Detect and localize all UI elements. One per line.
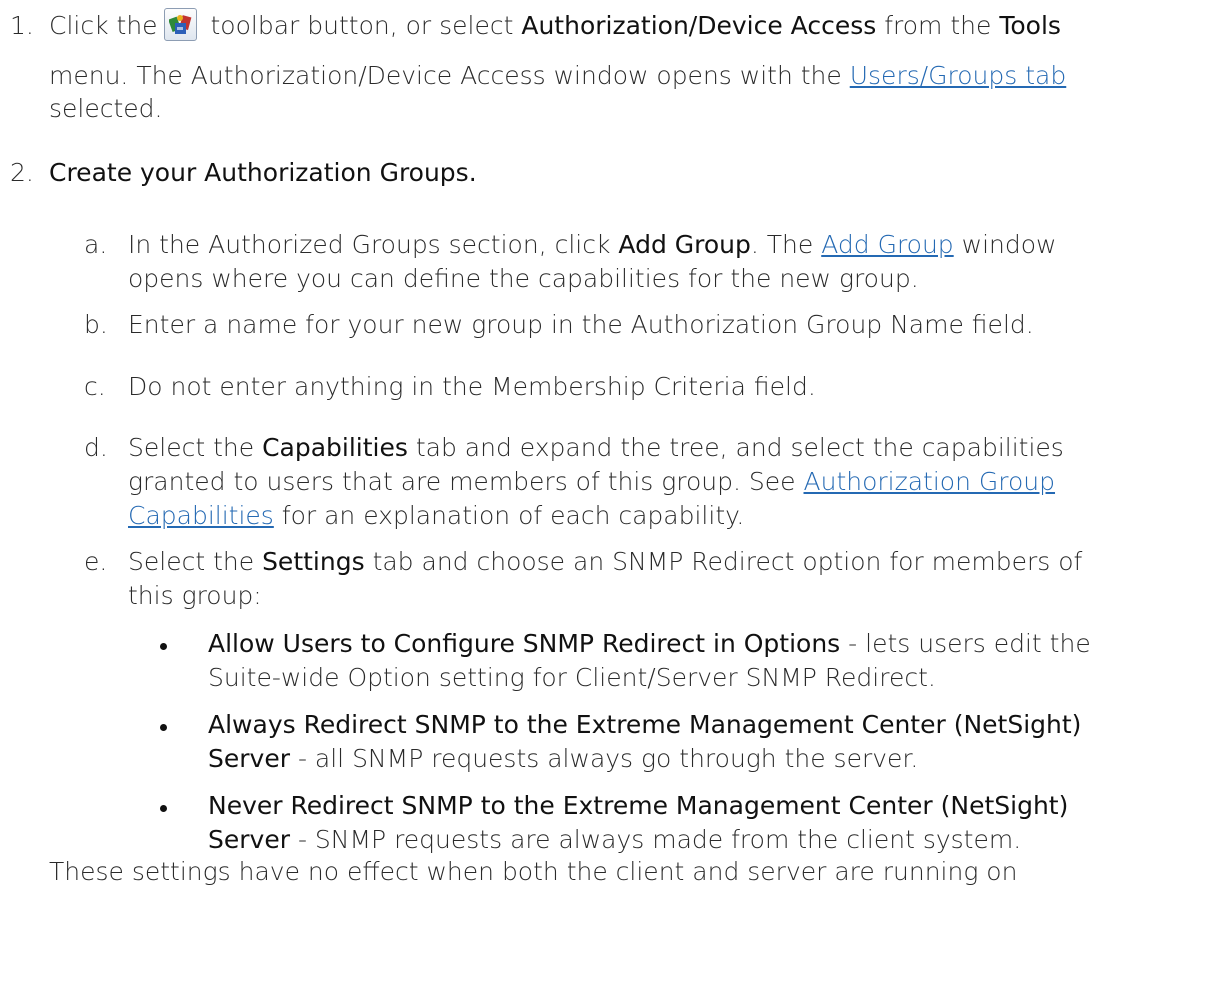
step-2-number: 2. (10, 158, 34, 187)
step-1-line-3: selected. (49, 94, 163, 123)
substep-d-letter: d. (84, 433, 108, 462)
step-1-text-menu: menu. The Authorization/Device Access wi… (49, 61, 842, 90)
substep-e-line-2: this group: (128, 581, 262, 610)
bullet-2-text: - all SNMP requests always go through th… (297, 744, 919, 773)
bullet-1-option-name: Allow Users to Configure SNMP Redirect i… (208, 629, 841, 658)
bullet-1-line-1: Allow Users to Configure SNMP Redirect i… (208, 628, 1091, 660)
substep-d-line-3: Capabilities for an explanation of each … (128, 500, 744, 532)
bullet-1-line-2: Suite-wide Option setting for Client/Ser… (208, 663, 936, 692)
step-2-title: Create your Authorization Groups. (49, 158, 477, 187)
step-1-line-1: Click the toolbar button, or select Auth… (49, 7, 1061, 44)
substep-d-text-3: granted to users that are members of thi… (128, 467, 796, 496)
menu-tools: Tools (999, 11, 1061, 40)
substep-a-text-1: In the Authorized Groups section, click (128, 230, 611, 259)
step-1-text-toolbar: toolbar button, or select (210, 11, 514, 40)
settings-tab-reference: Settings (262, 547, 365, 576)
substep-d-line-1: Select the Capabilities tab and expand t… (128, 432, 1064, 464)
step-1-line-2: menu. The Authorization/Device Access wi… (49, 60, 1066, 92)
substep-d-text-2: tab and expand the tree, and select the … (415, 433, 1064, 462)
substep-e-line-1: Select the Settings tab and choose an SN… (128, 546, 1082, 578)
substep-a-text-2: . The (750, 230, 814, 259)
step-1-number: 1. (10, 11, 34, 40)
bullet-dot (160, 805, 167, 812)
substep-e-text-2: tab and choose an SNMP Redirect option f… (372, 547, 1083, 576)
add-group-link[interactable]: Add Group (821, 230, 953, 259)
bullet-3-line-2: Server - SNMP requests are always made f… (208, 824, 1021, 856)
settings-note-text: These settings have no effect when both … (49, 857, 1018, 886)
substep-a-line-2: opens where you can define the capabilit… (128, 264, 919, 293)
substep-c-text: Do not enter anything in the Membership … (128, 372, 816, 401)
authorization-group-capabilities-link-part-2[interactable]: Capabilities (128, 501, 274, 530)
menu-item-authorization-device-access: Authorization/Device Access (521, 11, 877, 40)
substep-a-text-3: window (961, 230, 1057, 259)
bullet-dot (160, 724, 167, 731)
bullet-3-option-name-end: Server (208, 825, 290, 854)
bullet-3-text: - SNMP requests are always made from the… (297, 825, 1022, 854)
step-1-text-click-the: Click the (49, 11, 158, 40)
step-1-text-from-the: from the (884, 11, 992, 40)
bullet-3-option-name: Never Redirect SNMP to the Extreme Manag… (208, 791, 1069, 820)
capabilities-tab-reference: Capabilities (262, 433, 408, 462)
bullet-2-option-name-end: Server (208, 744, 290, 773)
substep-e-letter: e. (84, 547, 108, 576)
bullet-2-line-2: Server - all SNMP requests always go thr… (208, 743, 918, 775)
substep-b-text: Enter a name for your new group in the A… (128, 310, 1034, 339)
substep-a-line-1: In the Authorized Groups section, click … (128, 229, 1057, 261)
add-group-button-reference: Add Group (618, 230, 751, 259)
users-groups-tab-link[interactable]: Users/Groups tab (850, 61, 1067, 90)
bullet-3-line-1: Never Redirect SNMP to the Extreme Manag… (208, 790, 1068, 822)
authorization-group-capabilities-link-part-1[interactable]: Authorization Group (804, 467, 1056, 496)
authorization-device-access-toolbar-button[interactable] (163, 7, 197, 41)
substep-b-letter: b. (84, 310, 108, 339)
bullet-2-option-name: Always Redirect SNMP to the Extreme Mana… (208, 710, 1082, 739)
substep-a-letter: a. (84, 230, 108, 259)
substep-c-letter: c. (84, 372, 106, 401)
bullet-dot (160, 643, 167, 650)
bullet-2-line-1: Always Redirect SNMP to the Extreme Mana… (208, 709, 1081, 741)
substep-d-text-1: Select the (128, 433, 255, 462)
bullet-1-text: - lets users edit the (848, 629, 1091, 658)
substep-e-text-1: Select the (128, 547, 255, 576)
substep-d-line-2: granted to users that are members of thi… (128, 466, 1055, 498)
authorization-device-access-icon (168, 14, 191, 34)
substep-d-text-4: for an explanation of each capability. (281, 501, 745, 530)
